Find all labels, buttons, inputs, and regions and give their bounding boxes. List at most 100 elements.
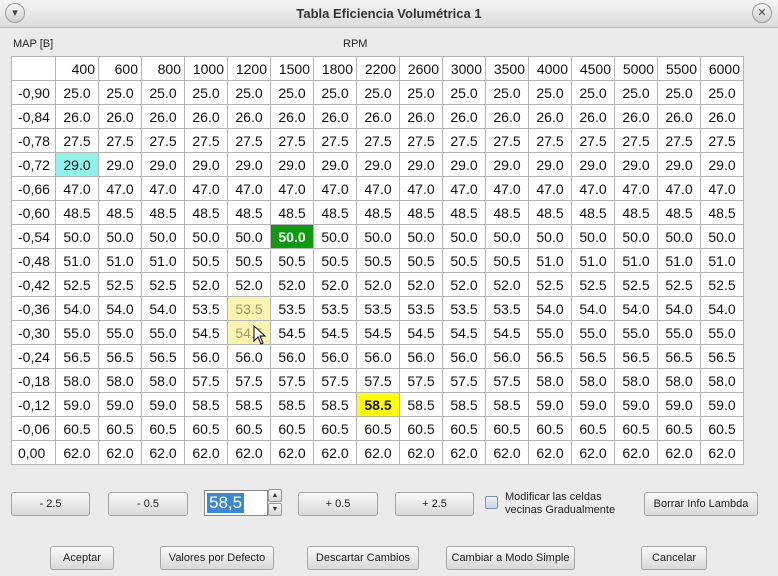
table-cell[interactable]: 58.0 (571, 368, 615, 393)
table-cell[interactable]: 52.5 (528, 272, 572, 297)
minus-0-5-button[interactable]: - 0.5 (108, 492, 188, 516)
table-cell[interactable]: 25.0 (657, 80, 701, 105)
table-cell[interactable]: 57.5 (184, 368, 228, 393)
table-cell[interactable]: 50.5 (270, 248, 314, 273)
table-cell[interactable]: 56.5 (98, 344, 142, 369)
table-cell[interactable]: 50.0 (55, 224, 99, 249)
table-cell[interactable]: 51.0 (528, 248, 572, 273)
table-cell[interactable]: 26.0 (184, 104, 228, 129)
table-cell[interactable]: 56.0 (184, 344, 228, 369)
table-cell[interactable]: 47.0 (571, 176, 615, 201)
discard-changes-button[interactable]: Descartar Cambios (307, 546, 419, 570)
table-cell[interactable]: 26.0 (55, 104, 99, 129)
simple-mode-button[interactable]: Cambiar a Modo Simple (446, 546, 575, 570)
table-cell[interactable]: 47.0 (55, 176, 99, 201)
table-cell[interactable]: 56.0 (442, 344, 486, 369)
table-cell[interactable]: 26.0 (442, 104, 486, 129)
table-cell[interactable]: 27.5 (313, 128, 357, 153)
minus-2-5-button[interactable]: - 2.5 (11, 492, 90, 516)
table-cell[interactable]: 48.5 (356, 200, 400, 225)
table-cell[interactable]: 56.0 (313, 344, 357, 369)
table-cell[interactable]: 52.5 (98, 272, 142, 297)
table-cell[interactable]: 47.0 (657, 176, 701, 201)
table-cell[interactable]: 52.0 (270, 272, 314, 297)
table-cell[interactable]: 62.0 (98, 440, 142, 465)
table-cell[interactable]: 29.0 (571, 152, 615, 177)
table-cell[interactable]: 59.0 (571, 392, 615, 417)
spin-up-icon[interactable]: ▲ (268, 489, 282, 502)
plus-2-5-button[interactable]: + 2.5 (395, 492, 474, 516)
table-cell[interactable]: 48.5 (98, 200, 142, 225)
table-cell[interactable]: 52.0 (485, 272, 529, 297)
table-cell[interactable]: 54.0 (657, 296, 701, 321)
table-cell[interactable]: 48.5 (184, 200, 228, 225)
table-cell[interactable]: 58.0 (700, 368, 744, 393)
table-cell[interactable]: 59.0 (141, 392, 185, 417)
table-cell[interactable]: 57.5 (442, 368, 486, 393)
table-cell[interactable]: 62.0 (657, 440, 701, 465)
table-cell[interactable]: 55.0 (98, 320, 142, 345)
table-cell[interactable]: 48.5 (227, 200, 271, 225)
table-cell[interactable]: 58.0 (614, 368, 658, 393)
table-cell[interactable]: 59.0 (98, 392, 142, 417)
table-cell[interactable]: 58.5 (270, 392, 314, 417)
table-cell[interactable]: 62.0 (528, 440, 572, 465)
table-cell[interactable]: 52.0 (313, 272, 357, 297)
table-cell[interactable]: 62.0 (442, 440, 486, 465)
table-cell[interactable]: 27.5 (184, 128, 228, 153)
table-cell[interactable]: 25.0 (700, 80, 744, 105)
table-cell[interactable]: 60.5 (657, 416, 701, 441)
table-cell[interactable]: 54.0 (98, 296, 142, 321)
table-cell[interactable]: 56.0 (399, 344, 443, 369)
table-cell[interactable]: 60.5 (98, 416, 142, 441)
table-cell[interactable]: 58.5 (313, 392, 357, 417)
table-cell[interactable]: 60.5 (313, 416, 357, 441)
table-cell[interactable]: 26.0 (98, 104, 142, 129)
table-cell[interactable]: 62.0 (313, 440, 357, 465)
table-cell[interactable]: 51.0 (141, 248, 185, 273)
table-cell[interactable]: 54.5 (270, 320, 314, 345)
table-cell[interactable]: 27.5 (227, 128, 271, 153)
table-cell[interactable]: 27.5 (141, 128, 185, 153)
table-cell[interactable]: 53.5 (184, 296, 228, 321)
table-cell[interactable]: 27.5 (399, 128, 443, 153)
table-cell[interactable]: 27.5 (571, 128, 615, 153)
table-cell[interactable]: 27.5 (700, 128, 744, 153)
table-cell[interactable]: 26.0 (528, 104, 572, 129)
table-cell[interactable]: 27.5 (356, 128, 400, 153)
table-cell[interactable]: 53.5 (399, 296, 443, 321)
table-cell[interactable]: 48.5 (700, 200, 744, 225)
table-cell[interactable]: 62.0 (356, 440, 400, 465)
table-cell[interactable]: 50.0 (528, 224, 572, 249)
table-cell[interactable]: 27.5 (614, 128, 658, 153)
table-cell[interactable]: 51.0 (614, 248, 658, 273)
table-cell[interactable]: 29.0 (184, 152, 228, 177)
table-cell[interactable]: 50.0 (141, 224, 185, 249)
table-cell[interactable]: 55.0 (657, 320, 701, 345)
table-cell[interactable]: 51.0 (98, 248, 142, 273)
table-cell[interactable]: 54.0 (571, 296, 615, 321)
table-cell[interactable]: 58.0 (528, 368, 572, 393)
table-cell[interactable]: 58.0 (141, 368, 185, 393)
cancel-button[interactable]: Cancelar (641, 546, 707, 570)
table-cell[interactable]: 50.0 (98, 224, 142, 249)
table-cell[interactable]: 54.0 (700, 296, 744, 321)
close-icon[interactable]: ✕ (752, 3, 772, 23)
table-cell[interactable]: 29.0 (485, 152, 529, 177)
table-cell[interactable]: 53.5 (270, 296, 314, 321)
table-cell[interactable]: 50.5 (485, 248, 529, 273)
table-cell[interactable]: 48.5 (528, 200, 572, 225)
table-cell[interactable]: 26.0 (485, 104, 529, 129)
table-cell[interactable]: 60.5 (227, 416, 271, 441)
table-cell[interactable]: 54.5 (313, 320, 357, 345)
table-cell[interactable]: 58.5 (485, 392, 529, 417)
table-cell[interactable]: 58.5 (184, 392, 228, 417)
table-cell[interactable]: 60.5 (141, 416, 185, 441)
table-cell[interactable]: 47.0 (98, 176, 142, 201)
table-cell[interactable]: 55.0 (528, 320, 572, 345)
table-cell[interactable]: 50.0 (442, 224, 486, 249)
table-cell[interactable]: 62.0 (485, 440, 529, 465)
table-cell[interactable]: 52.0 (356, 272, 400, 297)
table-cell[interactable]: 62.0 (184, 440, 228, 465)
table-cell[interactable]: 29.0 (55, 152, 99, 177)
